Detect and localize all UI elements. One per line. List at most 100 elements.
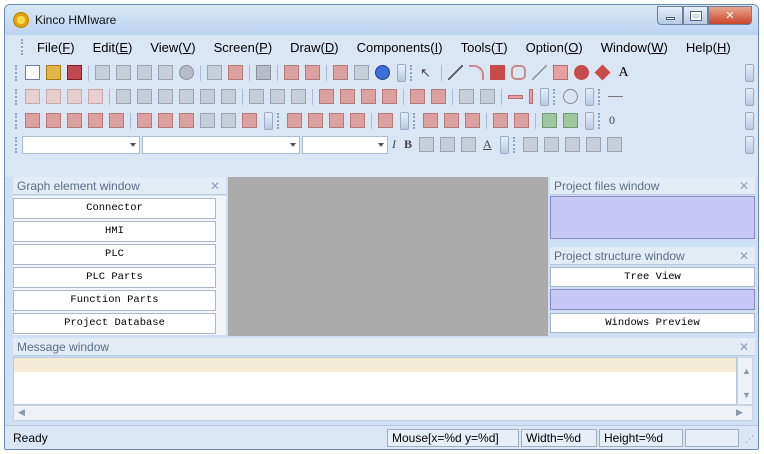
align-width-icon[interactable] [158,89,173,104]
function-key-icon[interactable] [67,113,82,128]
toolbar-overflow-chevron[interactable] [540,87,549,106]
toolbar-overflow-chevron[interactable] [499,135,509,154]
send-back-icon[interactable] [340,89,355,104]
print-icon[interactable] [563,113,578,128]
toolbar-overflow-chevron[interactable] [745,88,754,106]
text-frame-icon[interactable] [522,137,538,152]
download-icon[interactable] [305,65,320,80]
paste-icon[interactable] [137,65,152,80]
minimize-button[interactable] [657,6,683,25]
undo-icon[interactable] [207,65,222,80]
polygon-icon[interactable] [553,65,568,80]
picture-icon[interactable] [542,113,557,128]
simulate-offline-icon[interactable] [333,65,348,80]
menu-draw[interactable]: Draw(D) [281,40,347,55]
close-icon[interactable]: ✕ [739,247,749,265]
message-vertical-scrollbar[interactable]: ▲ ▼ [737,357,753,405]
toolbar-grip[interactable] [410,64,413,81]
vertical-bar-icon[interactable] [529,89,533,104]
toolbar-overflow-chevron[interactable] [745,64,754,82]
toolbar-grip[interactable] [15,136,18,153]
macro-icon[interactable] [514,113,529,128]
graph-item-project-database[interactable]: Project Database [13,313,216,334]
align-height-icon[interactable] [179,89,194,104]
toolbar-grip[interactable] [553,88,556,105]
toolbar-overflow-chevron[interactable] [745,112,754,130]
moving-part-icon[interactable] [242,113,257,128]
dynamic-graph-icon[interactable] [158,113,173,128]
space-horizontal-icon[interactable] [249,89,264,104]
toolbar-grip[interactable] [277,112,280,129]
message-list[interactable] [13,357,737,405]
toolbar-grip[interactable] [598,112,601,129]
bit-lamp-icon[interactable] [563,89,578,104]
compile-icon[interactable] [284,65,299,80]
event-icon[interactable] [465,113,480,128]
arc-icon[interactable] [469,65,484,80]
data-input-icon[interactable] [221,113,236,128]
text-align-center-icon[interactable] [440,137,456,152]
ungroup-icon[interactable] [431,89,446,104]
delete-icon[interactable] [179,65,194,80]
font-size-combo[interactable] [142,135,300,154]
toolbar-grip[interactable] [598,88,601,105]
group-icon[interactable] [410,89,425,104]
toolbar-grip[interactable] [15,112,18,129]
rectangle-icon[interactable] [490,65,505,80]
text-box-grid-icon[interactable] [606,137,622,152]
toolbar-overflow-chevron[interactable] [400,111,409,130]
close-icon[interactable]: ✕ [739,177,749,195]
recipe-icon[interactable] [423,113,438,128]
text-icon[interactable]: A [616,65,631,80]
bar-chart-icon[interactable] [329,113,344,128]
send-backward-icon[interactable] [382,89,397,104]
menu-edit[interactable]: Edit(E) [84,40,142,55]
graph-item-plc-parts[interactable]: PLC Parts [13,267,216,288]
project-files-area[interactable] [550,196,755,239]
flip-vertical-icon[interactable] [480,89,495,104]
menu-components[interactable]: Components(I) [348,40,452,55]
same-size-icon[interactable] [291,89,306,104]
graph-item-connector[interactable]: Connector [13,198,216,219]
align-top-icon[interactable] [67,89,82,104]
scroll-down-icon[interactable]: ▼ [742,390,751,400]
align-hcenter-icon[interactable] [116,89,131,104]
menu-file[interactable]: File(F) [28,40,84,55]
close-icon[interactable]: ✕ [210,177,220,195]
graph-item-plc[interactable]: PLC [13,244,216,265]
space-vertical-icon[interactable] [270,89,285,104]
bring-forward-icon[interactable] [361,89,376,104]
open-folder-icon[interactable] [46,65,61,80]
toolbar-grip[interactable] [512,136,516,153]
sound-icon[interactable] [179,113,194,128]
separator-line-icon[interactable] [608,96,623,97]
multi-state-icon[interactable] [109,113,124,128]
menu-tools[interactable]: Tools(T) [452,40,517,55]
duplicate-icon[interactable] [158,65,173,80]
graph-item-function-parts[interactable]: Function Parts [13,290,216,311]
project-structure-area[interactable] [550,289,755,310]
toolbar-grip[interactable] [15,88,18,105]
tree-view-tab[interactable]: Tree View [550,267,755,287]
alarm-icon[interactable] [378,113,393,128]
toolbar-overflow-chevron[interactable] [264,111,273,130]
rounded-rect-icon[interactable] [511,65,526,80]
font-name-combo[interactable] [22,135,140,154]
toolbar-grip[interactable] [15,64,18,81]
close-button[interactable]: ✕ [708,6,752,25]
windows-preview-tab[interactable]: Windows Preview [550,313,755,333]
redo-icon[interactable] [228,65,243,80]
ascii-input-icon[interactable] [200,113,215,128]
italic-button[interactable]: I [392,137,396,152]
menu-view[interactable]: View(V) [141,40,204,55]
close-icon[interactable]: ✕ [739,338,749,356]
maximize-button[interactable] [683,6,708,25]
new-file-icon[interactable] [25,65,40,80]
ellipse-icon[interactable] [574,65,589,80]
history-icon[interactable] [444,113,459,128]
bring-front-icon[interactable] [319,89,334,104]
menu-grip[interactable] [21,39,24,55]
toolbar-overflow-chevron[interactable] [397,63,406,82]
timer-icon[interactable] [493,113,508,128]
trend-chart-icon[interactable] [287,113,302,128]
